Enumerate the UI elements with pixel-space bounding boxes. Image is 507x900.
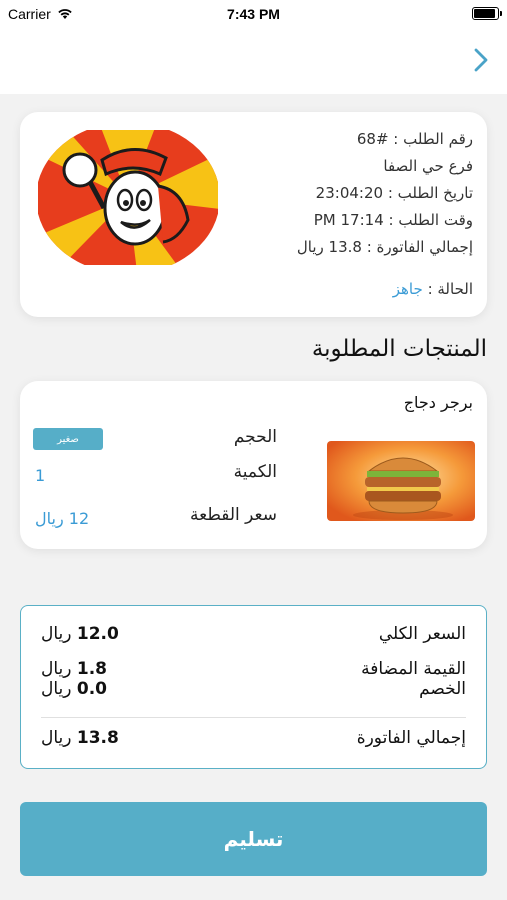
subtotal-amount: 12.0 (76, 624, 119, 644)
vat-label: القيمة المضافة (361, 659, 466, 679)
order-status: الحالة : جاهز (393, 280, 473, 298)
product-card: برجر دجاج الحجم صغير الكمية 1 سعر القطعة… (20, 381, 487, 549)
total-amount: 13.8 (76, 728, 119, 748)
subtotal-value: 12.0 ريال (41, 624, 119, 644)
chevron-right-icon[interactable] (469, 46, 493, 74)
order-branch: فرع حي الصفا (383, 157, 473, 175)
vat-currency: ريال (41, 659, 72, 679)
unit-price-value: 12 ريال (35, 509, 90, 528)
order-details: رقم الطلب : #68 فرع حي الصفا تاريخ الطلب… (233, 126, 473, 261)
section-title: المنتجات المطلوبة (311, 336, 487, 362)
discount-label: الخصم (419, 679, 466, 699)
deliver-button[interactable]: تسليم (20, 802, 487, 876)
total-label: إجمالي الفاتورة (356, 728, 466, 748)
subtotal-currency: ريال (41, 624, 72, 644)
order-card: رقم الطلب : #68 فرع حي الصفا تاريخ الطلب… (20, 112, 487, 317)
nav-bar (0, 28, 507, 94)
discount-value: 0.0 ريال (41, 679, 107, 699)
discount-amount: 0.0 (76, 679, 108, 699)
order-date: تاريخ الطلب : 23:04:20 (315, 184, 473, 202)
quantity-label: الكمية (233, 462, 277, 482)
order-time: وقت الطلب : 17:14 PM (313, 211, 473, 229)
battery-icon (472, 7, 502, 20)
size-badge: صغير (33, 428, 103, 450)
battery-level (474, 9, 495, 18)
summary-divider (41, 717, 466, 718)
order-invoice-total: إجمالي الفاتورة : 13.8 ريال (296, 238, 473, 256)
discount-currency: ريال (41, 679, 72, 699)
subtotal-label: السعر الكلي (378, 624, 466, 644)
unit-price-label: سعر القطعة (190, 505, 277, 525)
status-time: 7:43 PM (227, 6, 280, 22)
vat-value: 1.8 ريال (41, 659, 107, 679)
product-image (327, 441, 475, 521)
vat-amount: 1.8 (76, 659, 108, 679)
restaurant-logo (38, 130, 218, 265)
status-label: الحالة : (427, 280, 473, 298)
quantity-value: 1 (35, 466, 46, 485)
status-bar: Carrier 7:43 PM (0, 0, 507, 28)
order-summary: السعر الكلي 12.0 ريال القيمة المضافة 1.8… (20, 605, 487, 769)
total-value: 13.8 ريال (41, 728, 119, 748)
total-currency: ريال (41, 728, 72, 748)
product-name: برجر دجاج (403, 393, 473, 412)
status-value: جاهز (392, 280, 423, 298)
size-label: الحجم (233, 427, 277, 447)
order-number: رقم الطلب : #68 (356, 130, 473, 148)
